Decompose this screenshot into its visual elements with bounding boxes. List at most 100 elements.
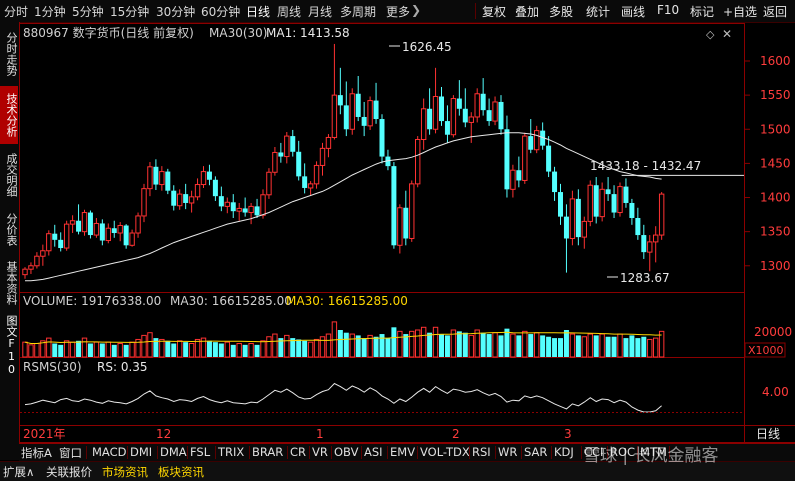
volume-bar-up: [468, 334, 474, 358]
candle-body-up: [147, 166, 153, 190]
candle-body-down: [343, 105, 349, 130]
volume-bar-up: [22, 341, 28, 358]
volume-bar-up: [587, 333, 593, 358]
indicator-asi[interactable]: ASI: [364, 445, 383, 459]
indicator-macd[interactable]: MACD: [92, 445, 126, 459]
volume-bar-down: [486, 334, 492, 357]
low-label: 1283.67: [620, 271, 670, 285]
indicator-emv[interactable]: EMV: [390, 445, 415, 459]
volume-bar-up: [420, 326, 427, 358]
candle-body-up: [474, 93, 480, 118]
market-news-tab[interactable]: 市场资讯: [102, 464, 148, 480]
indicator-vol-tdx[interactable]: VOL-TDX: [420, 445, 470, 459]
price-tick-label: 1450: [760, 156, 791, 170]
diamond-icon[interactable]: ◇: [706, 28, 715, 41]
candle-body-down: [403, 207, 409, 239]
indicator-brar[interactable]: BRAR: [252, 445, 283, 459]
volume-bar-up: [569, 333, 576, 358]
candle-body-up: [105, 227, 111, 242]
volume-bar-down: [462, 332, 468, 357]
volume-bar-down: [623, 338, 629, 357]
indicator-dmi[interactable]: DMI: [130, 445, 152, 459]
volume-bar-down: [439, 334, 444, 357]
candle-body-down: [58, 239, 64, 249]
candle-body-down: [218, 196, 224, 207]
candle-body-down: [206, 171, 212, 180]
volume-bar-down: [206, 340, 212, 357]
volume-bar-up: [194, 338, 201, 358]
candle-body-up: [159, 171, 165, 186]
indicator-divider: [287, 446, 288, 459]
candle-body-down: [76, 220, 82, 232]
volume-bar-up: [129, 341, 135, 358]
xaxis-label-12: 12: [156, 427, 171, 441]
candle-body-down: [242, 208, 248, 213]
indicator-fsl[interactable]: FSL: [190, 445, 210, 459]
candle-body-up: [653, 234, 659, 243]
volume-bar-down: [230, 344, 236, 357]
candle-body-down: [623, 186, 629, 203]
indicator-divider: [581, 446, 582, 459]
candle-body-down: [230, 202, 236, 212]
expand-button[interactable]: 扩展∧: [3, 464, 34, 480]
indicator-divider: [417, 446, 418, 459]
kline-chart: 1626.45 1283.67 1433.18 - 1432.47 880967…: [19, 23, 795, 443]
candle-body-down: [337, 95, 343, 106]
candle-body-down: [212, 179, 218, 197]
candle-body-down: [123, 225, 129, 246]
candle-body-down: [379, 119, 385, 157]
volume-bar-down: [546, 336, 552, 357]
volume-bar-down: [552, 338, 558, 357]
volume-bar-up: [492, 332, 498, 358]
volume-bar-down: [391, 327, 397, 357]
close-icon[interactable]: ✕: [722, 27, 732, 41]
candle-body-up: [349, 93, 355, 130]
volume-bar-down: [111, 344, 117, 357]
volume-bar-up: [141, 334, 147, 358]
volume-bar-up: [34, 343, 40, 358]
indicator-vr[interactable]: VR: [312, 445, 328, 459]
volume-bar-up: [188, 343, 195, 358]
volume-bar-down: [218, 343, 224, 357]
indicator-kdj[interactable]: KDJ: [554, 445, 574, 459]
candle-body-up: [81, 212, 88, 233]
indicator-dma[interactable]: DMA: [160, 445, 187, 459]
candle-body-up: [194, 184, 201, 198]
volume-bar-down: [427, 332, 433, 357]
candle-body-up: [325, 136, 332, 149]
indicator-divider: [187, 446, 188, 459]
indicator-menu-button[interactable]: 指标A: [21, 445, 52, 461]
sector-news-tab[interactable]: 板块资讯: [158, 464, 204, 480]
volume-bar-up: [409, 330, 415, 358]
window-button[interactable]: 窗口: [59, 445, 82, 461]
candle-body-up: [510, 169, 516, 190]
indicator-divider: [127, 446, 128, 459]
candle-body-down: [480, 93, 486, 111]
volume-bar-down: [480, 332, 486, 357]
volume-bar-up: [653, 337, 659, 358]
volume-bar-down: [123, 344, 129, 357]
candle-body-down: [456, 98, 462, 109]
candle-body-down: [516, 170, 522, 181]
candle-body-up: [93, 222, 100, 236]
candle-body-up: [177, 193, 183, 207]
indicator-wr[interactable]: WR: [498, 445, 517, 459]
volume-bar-down: [296, 339, 302, 357]
volume-bar-down: [165, 340, 171, 357]
indicator-obv[interactable]: OBV: [334, 445, 358, 459]
candle-body-down: [171, 190, 177, 206]
candle-body-down: [391, 166, 397, 246]
indicator-cr[interactable]: CR: [290, 445, 306, 459]
candle-body-down: [439, 96, 444, 122]
volume-bar-down: [379, 334, 385, 357]
candle-body-up: [63, 223, 70, 249]
volume-bar-up: [325, 333, 332, 358]
candle-body-up: [307, 183, 314, 189]
indicator-rsi[interactable]: RSI: [472, 445, 491, 459]
candle-body-up: [647, 241, 653, 253]
indicator-trix[interactable]: TRIX: [218, 445, 244, 459]
indicator-sar[interactable]: SAR: [524, 445, 547, 459]
volume-bar-up: [266, 336, 272, 358]
related-quotes-tab[interactable]: 关联报价: [46, 464, 92, 480]
volume-bar-up: [599, 333, 605, 358]
